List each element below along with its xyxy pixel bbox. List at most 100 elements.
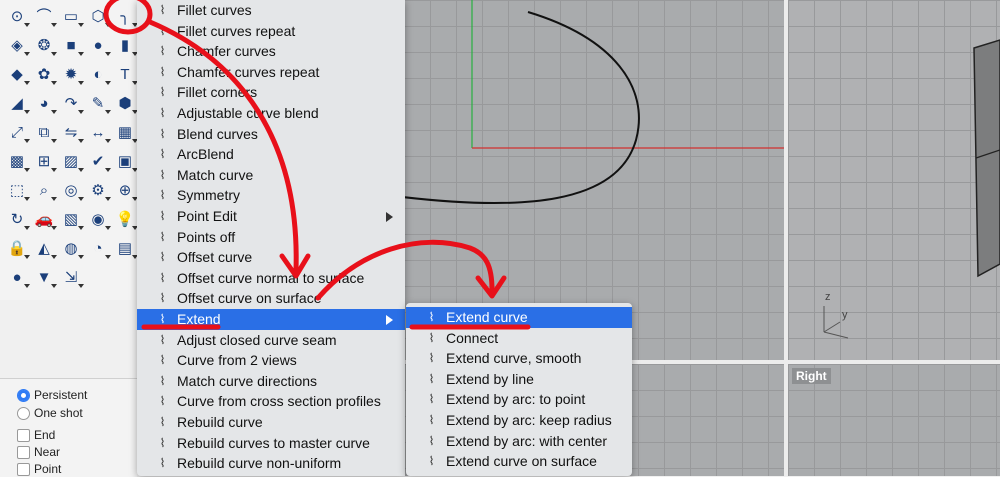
curve-shape[interactable] <box>404 11 640 205</box>
main-menu-item-fillet-corners[interactable]: ⌇ Fillet corners <box>137 82 405 103</box>
arc-icon[interactable]: ↷ <box>60 93 84 115</box>
transform-3d-icon[interactable]: ⬚ <box>6 180 30 202</box>
sub-menu-item-connect[interactable]: ⌇ Connect <box>406 328 632 349</box>
zoom-icon[interactable]: ⌕ <box>33 180 57 202</box>
extend-line-icon: ⌇ <box>428 371 435 386</box>
solid-icon[interactable]: ⬢ <box>114 93 138 115</box>
pencil-icon[interactable]: ✎ <box>87 93 111 115</box>
surface-icon[interactable]: ◈ <box>6 35 30 57</box>
radio-persistent-control[interactable] <box>17 389 30 402</box>
main-menu-item-point-edit[interactable]: ⌇ Point Edit <box>137 206 405 227</box>
main-menu-item-rebuild-curves-to-master-curve[interactable]: ⌇ Rebuild curves to master curve <box>137 433 405 454</box>
transform-icon[interactable]: ⧉ <box>33 122 57 144</box>
dimension-icon[interactable]: ↔ <box>87 122 111 144</box>
block-icon[interactable]: ▨ <box>60 151 84 173</box>
snap-icon[interactable]: ⊕ <box>114 180 138 202</box>
sun-icon[interactable]: ◔ <box>87 238 111 260</box>
light-icon[interactable]: ▼ <box>33 267 57 289</box>
box-object[interactable] <box>973 39 1000 278</box>
main-menu-item-adjust-closed-curve-seam[interactable]: ⌇ Adjust closed curve seam <box>137 330 405 351</box>
fillet-icon[interactable]: ╮ <box>114 6 138 28</box>
main-menu-item-fillet-curves-repeat[interactable]: ⌇ Fillet curves repeat <box>137 21 405 42</box>
right-viewport[interactable]: Right <box>788 364 1000 476</box>
main-menu-item-offset-curve[interactable]: ⌇ Offset curve <box>137 247 405 268</box>
offset-on-surface-icon: ⌇ <box>159 291 166 306</box>
main-menu-item-chamfer-curves-repeat[interactable]: ⌇ Chamfer curves repeat <box>137 62 405 83</box>
surface-edit-icon[interactable]: ◆ <box>6 64 30 86</box>
cabinet-icon[interactable]: ⊞ <box>33 151 57 173</box>
sub-menu-item-extend-by-arc-keep-radius[interactable]: ⌇ Extend by arc: keep radius <box>406 410 632 431</box>
gear-settings-icon[interactable]: ⚙ <box>87 180 111 202</box>
layer-icon[interactable]: ◭ <box>33 238 57 260</box>
main-menu-item-offset-curve-on-surface[interactable]: ⌇ Offset curve on surface <box>137 288 405 309</box>
check-near-box[interactable] <box>17 446 30 459</box>
sub-menu-item-extend-by-arc-with-center[interactable]: ⌇ Extend by arc: with center <box>406 431 632 452</box>
main-menu-item-chamfer-curves[interactable]: ⌇ Chamfer curves <box>137 41 405 62</box>
render-icon[interactable]: ◉ <box>87 209 111 231</box>
main-menu-item-offset-curve-normal-to-surface[interactable]: ⌇ Offset curve normal to surface <box>137 268 405 289</box>
array-icon[interactable]: ▦ <box>114 122 138 144</box>
main-menu-item-curve-from-cross-section-profiles[interactable]: ⌇ Curve from cross section profiles <box>137 391 405 412</box>
main-menu-item-rebuild-curve-non-uniform[interactable]: ⌇ Rebuild curve non-uniform <box>137 453 405 474</box>
radio-one-shot-control[interactable] <box>17 407 30 420</box>
grid-icon[interactable]: ▩ <box>6 151 30 173</box>
car-icon[interactable]: 🚗 <box>33 209 57 231</box>
main-menu-item-match-curve[interactable]: ⌇ Match curve <box>137 165 405 186</box>
main-menu-item-curve-from-2-views[interactable]: ⌇ Curve from 2 views <box>137 350 405 371</box>
paint-icon[interactable]: ◢ <box>6 93 30 115</box>
gear-icon[interactable]: ✿ <box>33 64 57 86</box>
viewport-divider-vertical[interactable] <box>784 0 788 476</box>
blend-curves-icon: ⌇ <box>159 126 166 141</box>
cylinder-icon[interactable]: ▮ <box>114 35 138 57</box>
lightbulb-icon[interactable]: 💡 <box>114 209 138 231</box>
shade-icon[interactable]: ◕ <box>33 93 57 115</box>
curve-icon[interactable]: ⌒ <box>33 6 57 28</box>
mirror-icon[interactable]: ⇋ <box>60 122 84 144</box>
sub-menu-item-extend-curve-smooth[interactable]: ⌇ Extend curve, smooth <box>406 348 632 369</box>
check-icon[interactable]: ✔ <box>87 151 111 173</box>
check-end-box[interactable] <box>17 429 30 442</box>
rectangle-icon[interactable]: ▭ <box>60 6 84 28</box>
menu-item-label: Offset curve <box>177 249 253 266</box>
lock-icon[interactable]: 🔒 <box>6 238 30 260</box>
viewport-label-right[interactable]: Right <box>792 368 831 384</box>
curve-blend-icon: ⌇ <box>159 106 166 120</box>
move-icon[interactable]: ⤢ <box>6 122 30 144</box>
main-menu-item-fillet-curves[interactable]: ⌇ Fillet curves <box>137 0 405 21</box>
menu-item-label: Fillet curves repeat <box>177 22 296 39</box>
revolve-icon[interactable]: ❂ <box>33 35 57 57</box>
map-icon[interactable]: ▧ <box>60 209 84 231</box>
cube-icon[interactable]: ▣ <box>114 151 138 173</box>
main-menu-item-adjustable-curve-blend[interactable]: ⌇ Adjustable curve blend <box>137 103 405 124</box>
text-icon[interactable]: T <box>114 64 138 86</box>
sub-menu-item-extend-curve[interactable]: ⌇ Extend curve <box>406 307 632 328</box>
box-icon[interactable]: ■ <box>60 35 84 57</box>
main-menu-item-symmetry[interactable]: ⌇ Symmetry <box>137 185 405 206</box>
film-icon[interactable]: ▤ <box>114 238 138 260</box>
polygon-icon[interactable]: ⬡ <box>87 6 111 28</box>
main-menu-item-extend[interactable]: ⌇ Extend <box>137 309 405 330</box>
extend-submenu: ⌇ Extend curve ⌇ Connect ⌇ Extend curve, smoo… <box>406 303 632 476</box>
color-wheel-icon[interactable]: ◍ <box>60 238 84 260</box>
main-menu-item-arcblend[interactable]: ⌇ ArcBlend <box>137 144 405 165</box>
main-menu-item-match-curve-directions[interactable]: ⌇ Match curve directions <box>137 371 405 392</box>
sub-menu-item-extend-by-arc-to-point[interactable]: ⌇ Extend by arc: to point <box>406 389 632 410</box>
main-menu-item-blend-curves[interactable]: ⌇ Blend curves <box>137 124 405 145</box>
target-icon[interactable]: ◎ <box>60 180 84 202</box>
menu-item-label: Adjust closed curve seam <box>177 331 337 348</box>
menu-item-label: Extend curve, smooth <box>446 350 582 367</box>
explode-icon[interactable]: ✹ <box>60 64 84 86</box>
rotate-view-icon[interactable]: ↻ <box>6 209 30 231</box>
main-menu-item-rebuild-curve[interactable]: ⌇ Rebuild curve <box>137 412 405 433</box>
perspective-viewport[interactable]: z y <box>788 0 1000 360</box>
cursor-icon[interactable]: ⇲ <box>60 267 84 289</box>
sub-menu-item-extend-curve-on-surface[interactable]: ⌇ Extend curve on surface <box>406 451 632 472</box>
menu-item-label: Points off <box>177 228 236 245</box>
point-icon[interactable]: ⊙ <box>6 6 30 28</box>
sub-menu-item-extend-by-line[interactable]: ⌇ Extend by line <box>406 369 632 390</box>
globe-icon[interactable]: ● <box>6 267 30 289</box>
check-point-box[interactable] <box>17 463 30 476</box>
sphere-icon[interactable]: ● <box>87 35 111 57</box>
boolean-icon[interactable]: ◐ <box>87 64 111 86</box>
main-menu-item-points-off[interactable]: ⌇ Points off <box>137 227 405 248</box>
